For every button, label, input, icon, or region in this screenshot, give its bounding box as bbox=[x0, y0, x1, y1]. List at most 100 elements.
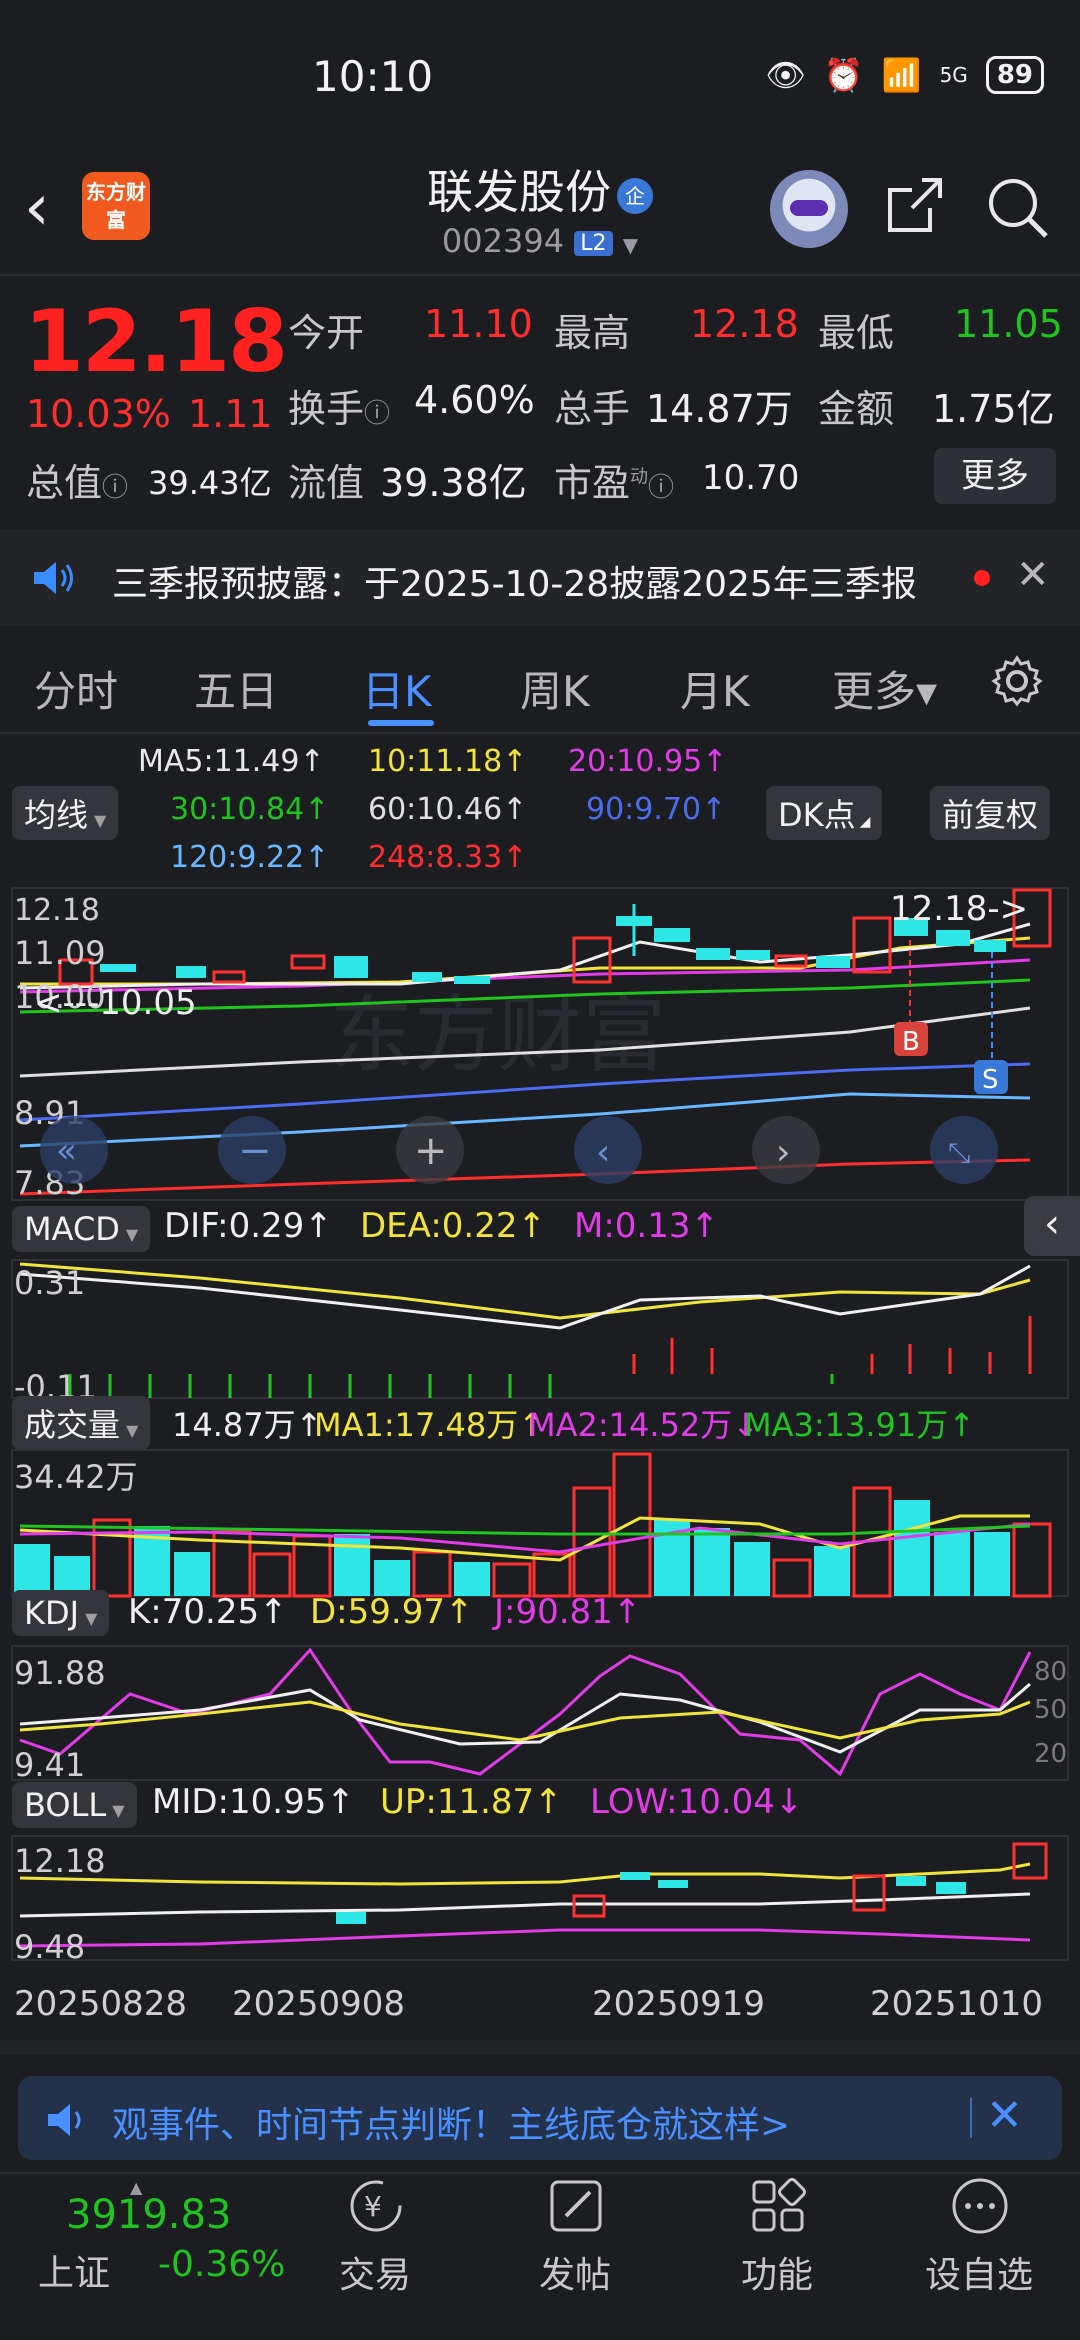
chevron-down-icon: ▼ bbox=[622, 233, 639, 257]
macd-m: M:0.13↑ bbox=[574, 1206, 719, 1246]
volume-value: 14.87万 bbox=[646, 387, 793, 431]
ma120-label: 120:9.22↑ bbox=[170, 840, 330, 875]
announcement-text[interactable]: 三季报预披露：于2025-10-28披露2025年三季报 bbox=[112, 555, 917, 607]
collapse-panel-icon[interactable]: ‹ bbox=[1024, 1196, 1080, 1256]
amount-value: 1.75亿 bbox=[932, 387, 1055, 431]
low-field: 最低 bbox=[818, 311, 895, 355]
nav-trade-label[interactable]: 交易 bbox=[300, 2246, 450, 2298]
last-price: 12.18 bbox=[24, 292, 288, 392]
index-name[interactable]: 上证 bbox=[38, 2244, 110, 2296]
more-dots-icon[interactable] bbox=[950, 2176, 1010, 2236]
boll-low-line bbox=[19, 1928, 1031, 1948]
enterprise-badge: 企 bbox=[617, 177, 653, 214]
boll-selector[interactable]: BOLL ▼ bbox=[12, 1782, 137, 1828]
high-value: 12.18 bbox=[690, 302, 799, 346]
vol-ma3: MA3:13.91万↑ bbox=[744, 1406, 976, 1444]
volume-bars bbox=[14, 1452, 1052, 1598]
tab-weekly-k[interactable]: 周K bbox=[520, 658, 590, 719]
turnover-value: 4.60% bbox=[414, 378, 535, 422]
indicator-selector[interactable]: 均线 ▼ bbox=[12, 786, 119, 840]
turnover-field: 换手ⓘ bbox=[288, 387, 391, 431]
close-icon[interactable]: ✕ bbox=[1016, 552, 1050, 598]
search-icon[interactable] bbox=[984, 174, 1050, 240]
nav-function-label[interactable]: 功能 bbox=[702, 2246, 852, 2298]
kdj-k: K:70.25↑ bbox=[128, 1592, 288, 1632]
boll-y-bottom: 9.48 bbox=[14, 1928, 85, 1964]
macd-y-top: 0.31 bbox=[14, 1264, 85, 1302]
boll-y-top: 12.18 bbox=[14, 1842, 106, 1880]
boll-low: LOW:10.04↓ bbox=[590, 1782, 804, 1822]
vol-y-top: 34.42万 bbox=[14, 1458, 138, 1496]
tab-daily-k[interactable]: 日K bbox=[362, 658, 432, 719]
chevron-down-icon: ▼ bbox=[94, 811, 107, 830]
close-icon[interactable]: ✕ bbox=[986, 2090, 1023, 2141]
kdj-selector[interactable]: KDJ ▼ bbox=[12, 1590, 110, 1636]
boll-mid-line bbox=[19, 1892, 1031, 1918]
corner-icon: ◢ bbox=[859, 814, 871, 830]
float-field: 流值 bbox=[288, 461, 365, 505]
info-icon[interactable]: ⓘ bbox=[648, 473, 674, 503]
svg-text:›: › bbox=[776, 1132, 790, 1173]
info-icon[interactable]: ⓘ bbox=[102, 473, 128, 503]
volume-selector[interactable]: 成交量 ▼ bbox=[12, 1396, 151, 1450]
high-field: 最高 bbox=[554, 311, 631, 355]
ma248-label: 248:8.33↑ bbox=[368, 840, 528, 875]
open-value: 11.10 bbox=[424, 302, 533, 346]
index-value[interactable]: 3919.83 bbox=[66, 2192, 231, 2238]
kline-y-label: 11.09 bbox=[14, 934, 106, 972]
share-icon[interactable] bbox=[884, 174, 946, 236]
tab-more[interactable]: 更多▾ bbox=[832, 658, 937, 719]
svg-text:«: « bbox=[56, 1131, 77, 1171]
volume-field: 总手 bbox=[554, 387, 631, 431]
dk-point-button[interactable]: DK点 ◢ bbox=[766, 786, 883, 840]
tab-intraday[interactable]: 分时 bbox=[34, 658, 118, 719]
ma20-label: 20:10.95↑ bbox=[568, 744, 728, 779]
speaker-icon bbox=[48, 2104, 81, 2136]
pe-field: 市盈动ⓘ bbox=[554, 461, 675, 505]
ma90-label: 90:9.70↑ bbox=[586, 792, 727, 827]
amount-field: 金额 bbox=[818, 387, 895, 431]
kdj-ref-50: 50 bbox=[1034, 1695, 1067, 1725]
vol-ma2: MA2:14.52万↓ bbox=[528, 1406, 760, 1444]
gear-icon[interactable] bbox=[990, 654, 1044, 708]
svg-text:S: S bbox=[982, 1065, 999, 1095]
eye-icon: 👁 bbox=[765, 56, 806, 94]
more-button[interactable]: 更多 bbox=[934, 448, 1056, 504]
post-icon[interactable] bbox=[546, 2176, 606, 2236]
boll-up-line bbox=[19, 1862, 1031, 1886]
index-change[interactable]: -0.36% bbox=[158, 2244, 285, 2285]
status-icons: 👁 ⏰ 📶 5G 89 bbox=[765, 56, 1044, 94]
kdj-y-bottom: 9.41 bbox=[14, 1746, 85, 1784]
assistant-robot-icon[interactable] bbox=[770, 170, 848, 248]
svg-text:¥: ¥ bbox=[364, 2190, 382, 2223]
svg-text:⤡: ⤡ bbox=[948, 1136, 970, 1169]
low-value: 11.05 bbox=[954, 302, 1063, 346]
macd-dif: DIF:0.29↑ bbox=[164, 1206, 333, 1246]
unread-dot bbox=[974, 570, 990, 586]
macd-dea: DEA:0.22↑ bbox=[360, 1206, 546, 1246]
boll-up: UP:11.87↑ bbox=[380, 1782, 563, 1822]
open-field: 今开 bbox=[288, 311, 365, 355]
macd-selector[interactable]: MACD ▼ bbox=[12, 1206, 151, 1252]
kdj-y-top: 91.88 bbox=[14, 1654, 106, 1692]
info-icon[interactable]: ⓘ bbox=[364, 399, 390, 429]
ma60-label: 60:10.46↑ bbox=[368, 792, 528, 827]
svg-text:−: − bbox=[238, 1128, 272, 1174]
boll-mid: MID:10.95↑ bbox=[152, 1782, 355, 1822]
promo-text[interactable]: 观事件、时间节点判断！主线底仓就这样> bbox=[112, 2096, 790, 2148]
tab-monthly-k[interactable]: 月K bbox=[680, 658, 750, 719]
nav-watchlist-label[interactable]: 设自选 bbox=[904, 2246, 1054, 2298]
pe-value: 10.70 bbox=[702, 458, 800, 498]
alarm-icon: ⏰ bbox=[823, 56, 864, 94]
tab-five-day[interactable]: 五日 bbox=[194, 658, 278, 719]
mktcap-field: 总值ⓘ bbox=[26, 461, 129, 505]
status-time: 10:10 bbox=[312, 52, 434, 101]
trade-icon[interactable]: ¥ bbox=[346, 2176, 406, 2236]
date-label: 20250908 bbox=[232, 1984, 406, 2024]
grid-icon[interactable] bbox=[748, 2176, 808, 2236]
date-label: 20250919 bbox=[592, 1984, 766, 2024]
vol-ma1: MA1:17.48万↑ bbox=[314, 1406, 546, 1444]
ma30-label: 30:10.84↑ bbox=[170, 792, 330, 827]
adjust-button[interactable]: 前复权 bbox=[930, 786, 1051, 840]
nav-post-label[interactable]: 发帖 bbox=[500, 2246, 650, 2298]
